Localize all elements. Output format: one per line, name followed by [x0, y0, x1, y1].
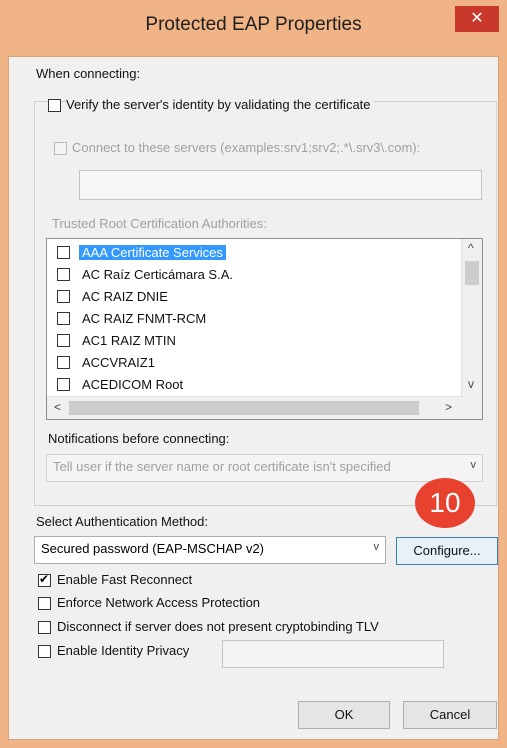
- ca-checkbox[interactable]: [57, 290, 70, 303]
- ca-checkbox[interactable]: [57, 356, 70, 369]
- scroll-right-icon[interactable]: >: [445, 400, 452, 414]
- fast-reconnect-label: Enable Fast Reconnect: [57, 572, 193, 587]
- nap-label: Enforce Network Access Protection: [57, 595, 261, 610]
- auth-method-label: Select Authentication Method:: [36, 514, 209, 529]
- scrollbar-corner: [462, 397, 482, 419]
- auth-method-select[interactable]: Secured password (EAP-MSCHAP v2) v: [34, 536, 386, 564]
- verify-identity-checkbox[interactable]: [48, 99, 61, 112]
- ca-listbox[interactable]: AAA Certificate Services AC Raíz Certicá…: [46, 238, 483, 420]
- notifications-label: Notifications before connecting:: [48, 431, 230, 446]
- vertical-scrollbar[interactable]: ^ v: [461, 239, 482, 397]
- fast-reconnect-checkbox[interactable]: [38, 572, 51, 587]
- identity-privacy-label: Enable Identity Privacy: [57, 643, 190, 658]
- scroll-left-icon[interactable]: <: [54, 400, 61, 414]
- cryptobinding-label: Disconnect if server does not present cr…: [57, 619, 379, 634]
- title-bar[interactable]: Protected EAP Properties ✕: [0, 0, 507, 56]
- vertical-scroll-thumb[interactable]: [465, 261, 479, 285]
- ok-button[interactable]: OK: [298, 701, 390, 729]
- scroll-up-icon[interactable]: ^: [468, 241, 474, 255]
- cryptobinding-checkbox[interactable]: [38, 621, 51, 634]
- horizontal-scroll-thumb[interactable]: [69, 401, 419, 415]
- cancel-button[interactable]: Cancel: [403, 701, 497, 729]
- trusted-root-label: Trusted Root Certification Authorities:: [52, 216, 267, 231]
- ca-label: AAA Certificate Services: [79, 245, 226, 260]
- ca-label: AC RAIZ DNIE: [82, 289, 168, 304]
- configure-button[interactable]: Configure...: [396, 537, 498, 565]
- notifications-select[interactable]: Tell user if the server name or root cer…: [46, 454, 483, 482]
- dialog-window: Protected EAP Properties ✕ When connecti…: [0, 0, 507, 748]
- chevron-down-icon[interactable]: v: [374, 541, 380, 553]
- servers-input[interactable]: [79, 170, 482, 200]
- ca-checkbox[interactable]: [57, 268, 70, 281]
- notifications-value: Tell user if the server name or root cer…: [53, 459, 391, 474]
- ca-checkbox[interactable]: [57, 246, 70, 259]
- verify-identity-label: Verify the server's identity by validati…: [66, 97, 374, 112]
- ca-label: AC1 RAIZ MTIN: [82, 333, 176, 348]
- nap-checkbox[interactable]: [38, 597, 51, 610]
- identity-privacy-checkbox[interactable]: [38, 645, 51, 658]
- scroll-down-icon[interactable]: v: [468, 377, 474, 391]
- auth-method-value: Secured password (EAP-MSCHAP v2): [41, 541, 265, 556]
- ca-checkbox[interactable]: [57, 312, 70, 325]
- connect-servers-checkbox[interactable]: [54, 142, 67, 155]
- connect-servers-label: Connect to these servers (examples:srv1;…: [72, 140, 421, 155]
- close-icon[interactable]: ✕: [455, 6, 499, 32]
- ca-label: AC Raíz Certicámara S.A.: [82, 267, 233, 282]
- horizontal-scrollbar[interactable]: < >: [47, 396, 464, 419]
- ca-checkbox[interactable]: [57, 334, 70, 347]
- step-number-badge: 10: [415, 478, 475, 528]
- chevron-down-icon[interactable]: v: [471, 459, 477, 471]
- ca-label: AC RAIZ FNMT-RCM: [82, 311, 207, 326]
- ca-checkbox[interactable]: [57, 378, 70, 391]
- when-connecting-label: When connecting:: [36, 66, 141, 81]
- ca-label: ACCVRAIZ1: [82, 355, 155, 370]
- dialog-title: Protected EAP Properties: [145, 14, 362, 35]
- identity-privacy-input[interactable]: [222, 640, 444, 668]
- ca-label: ACEDICOM Root: [82, 377, 184, 392]
